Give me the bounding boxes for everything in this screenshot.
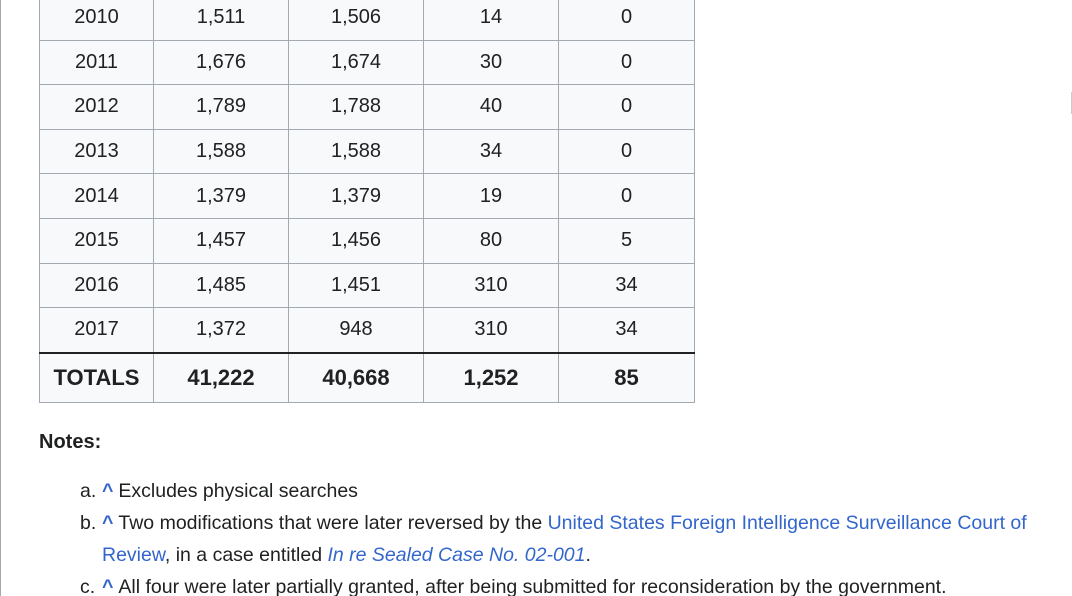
backlink-caret[interactable]: ^ bbox=[102, 576, 113, 596]
note-text: . bbox=[585, 544, 591, 566]
totals-row: TOTALS 41,222 40,668 1,252 85 bbox=[39, 351, 695, 403]
page: 2010 1,511 1,506 14 0 2011 1,676 1,674 3… bbox=[0, 0, 1072, 596]
table-cell: 1,457 bbox=[153, 217, 289, 264]
table-cell: 1,379 bbox=[288, 173, 424, 219]
totals-cell: 41,222 bbox=[153, 351, 289, 403]
table-cell: 14 bbox=[423, 0, 559, 41]
note-item: a. ^ Excludes physical searches bbox=[80, 475, 1040, 507]
note-marker: b. bbox=[80, 512, 97, 534]
totals-cell: 1,252 bbox=[423, 351, 559, 403]
notes-heading: Notes: bbox=[39, 431, 102, 453]
table-cell-year: 2012 bbox=[39, 84, 154, 130]
table-cell: 1,379 bbox=[153, 173, 289, 219]
table-cell-year: 2016 bbox=[39, 262, 154, 309]
table-cell: 1,485 bbox=[153, 262, 289, 309]
table-cell: 1,676 bbox=[153, 39, 289, 86]
totals-cell: 40,668 bbox=[288, 351, 424, 403]
table-cell: 19 bbox=[423, 173, 559, 219]
table-row: 2010 1,511 1,506 14 0 bbox=[39, 0, 695, 41]
table-row: 2014 1,379 1,379 19 0 bbox=[39, 173, 695, 219]
case-link[interactable]: In re Sealed Case No. 02-001 bbox=[327, 544, 585, 566]
table-cell-year: 2017 bbox=[39, 307, 154, 354]
table-row: 2016 1,485 1,451 310 34 bbox=[39, 262, 695, 309]
table-row: 2015 1,457 1,456 80 5 bbox=[39, 217, 695, 264]
table-cell: 0 bbox=[558, 84, 695, 130]
table-cell: 34 bbox=[423, 128, 559, 175]
table-cell: 30 bbox=[423, 39, 559, 86]
table-cell: 1,451 bbox=[288, 262, 424, 309]
table-row: 2013 1,588 1,588 34 0 bbox=[39, 128, 695, 175]
table-cell: 1,788 bbox=[288, 84, 424, 130]
table-cell: 34 bbox=[558, 262, 695, 309]
totals-label: TOTALS bbox=[39, 351, 154, 403]
table-cell: 34 bbox=[558, 307, 695, 354]
table-cell: 1,506 bbox=[288, 0, 424, 41]
table-cell: 80 bbox=[423, 217, 559, 264]
left-border bbox=[0, 0, 1, 596]
note-item: c. ^ All four were later partially grante… bbox=[80, 571, 1040, 596]
notes-list: a. ^ Excludes physical searches b. ^ Two m… bbox=[80, 475, 1040, 596]
note-marker: a. bbox=[80, 480, 97, 502]
table-cell: 40 bbox=[423, 84, 559, 130]
table-cell: 1,511 bbox=[153, 0, 289, 41]
table-cell: 310 bbox=[423, 262, 559, 309]
backlink-caret[interactable]: ^ bbox=[102, 480, 113, 502]
table-cell: 1,588 bbox=[153, 128, 289, 175]
note-text: Two modifications that were later revers… bbox=[118, 512, 548, 534]
table-cell: 1,588 bbox=[288, 128, 424, 175]
table-cell-year: 2014 bbox=[39, 173, 154, 219]
table-row: 2012 1,789 1,788 40 0 bbox=[39, 84, 695, 130]
table-cell: 948 bbox=[288, 307, 424, 354]
totals-cell: 85 bbox=[558, 351, 695, 403]
table-cell: 1,789 bbox=[153, 84, 289, 130]
note-text: , in a case entitled bbox=[164, 544, 328, 566]
table-cell-year: 2011 bbox=[39, 39, 154, 86]
table-cell: 5 bbox=[558, 217, 695, 264]
table-row: 2011 1,676 1,674 30 0 bbox=[39, 39, 695, 86]
table-cell: 1,372 bbox=[153, 307, 289, 354]
note-item: b. ^ Two modifications that were later re… bbox=[80, 507, 1040, 571]
table-row: 2017 1,372 948 310 34 bbox=[39, 307, 695, 354]
note-text: Excludes physical searches bbox=[118, 480, 358, 502]
table-cell-year: 2013 bbox=[39, 128, 154, 175]
table-cell: 1,456 bbox=[288, 217, 424, 264]
table-cell-year: 2015 bbox=[39, 217, 154, 264]
table-cell: 0 bbox=[558, 0, 695, 41]
fisa-applications-table: 2010 1,511 1,506 14 0 2011 1,676 1,674 3… bbox=[39, 0, 695, 403]
table-cell: 310 bbox=[423, 307, 559, 354]
table-cell: 0 bbox=[558, 173, 695, 219]
backlink-caret[interactable]: ^ bbox=[102, 512, 113, 534]
table-cell: 0 bbox=[558, 39, 695, 86]
note-text: All four were later partially granted, a… bbox=[118, 576, 947, 596]
table-cell: 0 bbox=[558, 128, 695, 175]
table-cell: 1,674 bbox=[288, 39, 424, 86]
note-marker: c. bbox=[80, 576, 96, 596]
table-cell-year: 2010 bbox=[39, 0, 154, 41]
